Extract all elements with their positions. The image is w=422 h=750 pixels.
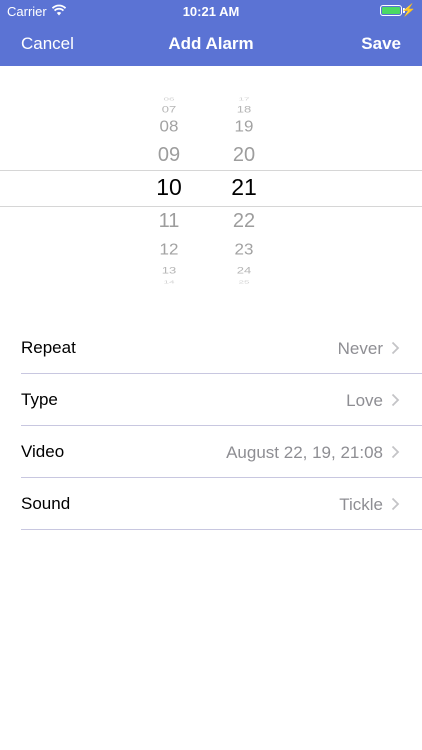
settings-list: Repeat Never Type Love Video August 22, … bbox=[0, 322, 422, 530]
hour-selected-value[interactable]: 10 bbox=[139, 174, 199, 201]
type-row[interactable]: Type Love bbox=[0, 374, 422, 426]
hour-option[interactable]: 08 bbox=[139, 118, 199, 136]
hour-option[interactable]: 14 bbox=[139, 280, 199, 285]
sound-row[interactable]: Sound Tickle bbox=[0, 478, 422, 530]
battery-icon bbox=[380, 5, 402, 16]
type-value: Love bbox=[346, 391, 383, 410]
repeat-row[interactable]: Repeat Never bbox=[0, 322, 422, 374]
hour-option[interactable]: 09 bbox=[139, 144, 199, 167]
sound-value: Tickle bbox=[339, 495, 383, 514]
repeat-value: Never bbox=[337, 339, 383, 358]
video-label: Video bbox=[21, 442, 65, 461]
chevron-right-icon bbox=[391, 497, 400, 511]
chevron-right-icon bbox=[391, 393, 400, 407]
picker-selection-top-line bbox=[0, 170, 422, 171]
minute-option[interactable]: 20 bbox=[214, 144, 274, 167]
minute-option[interactable]: 23 bbox=[214, 241, 274, 259]
save-button[interactable]: Save bbox=[361, 34, 401, 54]
minute-option[interactable]: 22 bbox=[214, 210, 274, 233]
minute-option[interactable]: 17 bbox=[214, 97, 274, 102]
minute-wheel[interactable]: 17 18 19 20 21 22 23 24 25 bbox=[214, 66, 274, 296]
time-picker[interactable]: 06 07 08 09 10 11 12 13 14 17 18 19 20 21 22 23 24 25 bbox=[0, 66, 422, 296]
video-row[interactable]: Video August 22, 19, 21:08 bbox=[0, 426, 422, 478]
type-label: Type bbox=[21, 390, 58, 409]
cancel-button[interactable]: Cancel bbox=[21, 34, 74, 54]
status-time: 10:21 AM bbox=[182, 4, 240, 19]
repeat-label: Repeat bbox=[21, 338, 76, 357]
minute-option[interactable]: 19 bbox=[214, 118, 274, 136]
hour-option[interactable]: 13 bbox=[139, 265, 199, 276]
charging-bolt-icon: ⚡ bbox=[401, 3, 416, 17]
picker-selection-bottom-line bbox=[0, 206, 422, 207]
hour-option[interactable]: 06 bbox=[139, 97, 199, 102]
minute-option[interactable]: 25 bbox=[214, 280, 274, 285]
hour-option[interactable]: 07 bbox=[139, 104, 199, 115]
hour-option[interactable]: 11 bbox=[139, 210, 199, 233]
chevron-right-icon bbox=[391, 341, 400, 355]
minute-selected-value[interactable]: 21 bbox=[214, 174, 274, 201]
hour-option[interactable]: 12 bbox=[139, 241, 199, 259]
hour-wheel[interactable]: 06 07 08 09 10 11 12 13 14 bbox=[139, 66, 199, 296]
minute-option[interactable]: 24 bbox=[214, 265, 274, 276]
video-value: August 22, 19, 21:08 bbox=[226, 443, 383, 462]
minute-option[interactable]: 18 bbox=[214, 104, 274, 115]
chevron-right-icon bbox=[391, 445, 400, 459]
sound-label: Sound bbox=[21, 494, 71, 513]
row-separator bbox=[21, 529, 422, 530]
status-bar: Carrier 10:21 AM ⚡ bbox=[0, 0, 422, 22]
header: Carrier 10:21 AM ⚡ Cancel Add Alarm Save bbox=[0, 0, 422, 66]
navigation-bar: Cancel Add Alarm Save bbox=[0, 22, 422, 66]
